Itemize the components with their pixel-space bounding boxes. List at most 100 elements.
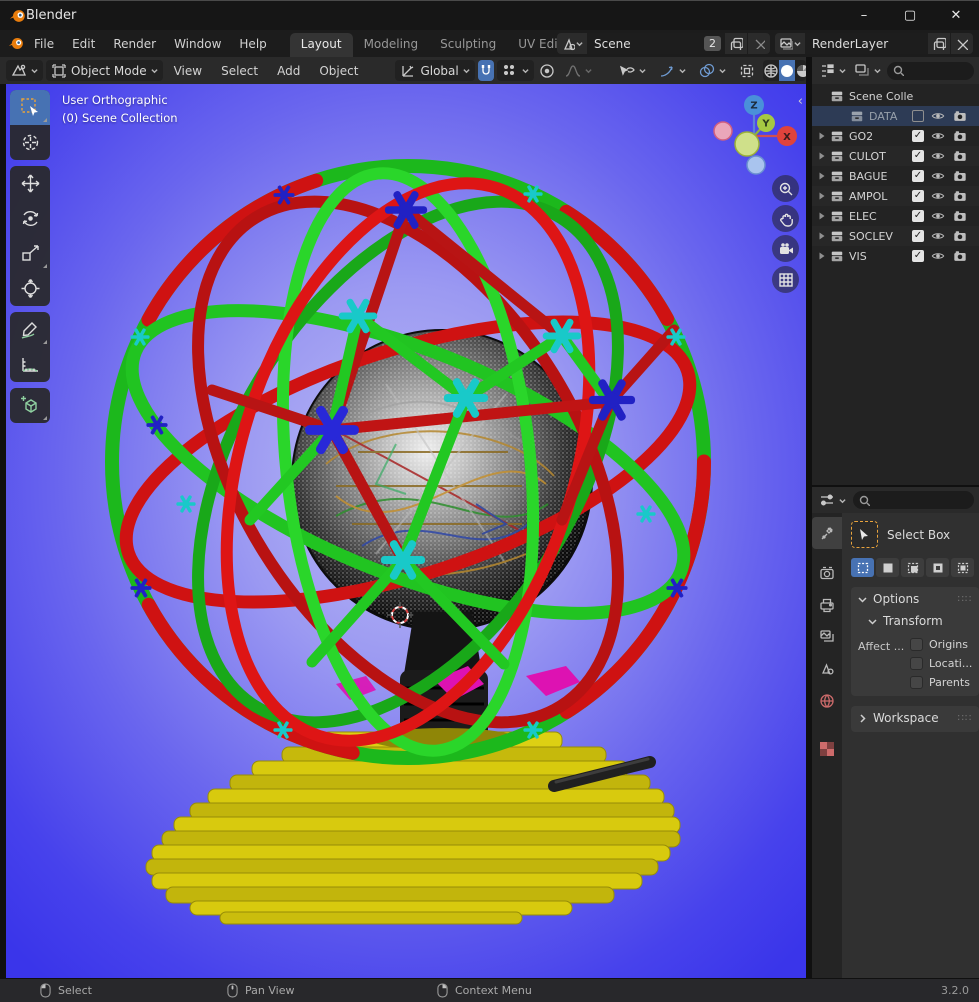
shading-solid-button[interactable] bbox=[779, 60, 795, 81]
exclude-checkbox[interactable]: ✓ bbox=[912, 190, 924, 202]
scene-browse-button[interactable] bbox=[557, 33, 587, 54]
camera-view-button[interactable] bbox=[772, 235, 799, 262]
sidebar-collapse-arrow[interactable]: ‹ bbox=[798, 94, 803, 109]
camera-visibility-icon[interactable] bbox=[953, 169, 967, 183]
options-panel-header[interactable]: Options ∷∷ bbox=[858, 592, 972, 606]
editor-type-button[interactable] bbox=[6, 60, 43, 81]
scene-name[interactable]: Scene bbox=[587, 37, 704, 51]
gizmo-y-neg-axis[interactable] bbox=[735, 132, 759, 156]
exclude-checkbox[interactable]: ✓ bbox=[912, 230, 924, 242]
pan-button[interactable] bbox=[772, 205, 799, 232]
exclude-checkbox[interactable] bbox=[912, 110, 924, 122]
exclude-checkbox[interactable]: ✓ bbox=[912, 250, 924, 262]
tool-rotate[interactable] bbox=[10, 201, 50, 236]
mode-dropdown[interactable]: Object Mode bbox=[46, 60, 163, 81]
overlays-dropdown[interactable] bbox=[694, 60, 731, 81]
tab-tool[interactable] bbox=[812, 517, 842, 549]
tab-modeling[interactable]: Modeling bbox=[353, 33, 430, 57]
disclosure-triangle-icon[interactable] bbox=[818, 172, 826, 180]
gizmo-z-neg-axis[interactable] bbox=[747, 156, 765, 174]
xray-toggle[interactable] bbox=[734, 60, 760, 81]
locations-checkbox[interactable] bbox=[910, 657, 923, 670]
shading-material-button[interactable] bbox=[795, 60, 806, 81]
eye-icon[interactable] bbox=[931, 149, 945, 163]
scene-unlink-button[interactable] bbox=[748, 33, 770, 54]
outliner-row-elec[interactable]: ELEC ✓ bbox=[812, 206, 979, 226]
menu-viewport-add[interactable]: Add bbox=[269, 61, 308, 81]
outliner-search-field[interactable] bbox=[887, 62, 974, 80]
properties-search-field[interactable] bbox=[853, 491, 974, 509]
tab-world[interactable] bbox=[812, 685, 842, 717]
parents-checkbox[interactable] bbox=[910, 676, 923, 689]
tool-cursor[interactable] bbox=[10, 125, 50, 160]
outliner-row-data[interactable]: DATA bbox=[812, 106, 979, 126]
select-mode-invert-button[interactable] bbox=[926, 558, 949, 577]
tool-move[interactable] bbox=[10, 166, 50, 201]
camera-visibility-icon[interactable] bbox=[953, 189, 967, 203]
menu-edit[interactable]: Edit bbox=[63, 33, 104, 55]
tool-select-box[interactable] bbox=[10, 90, 50, 125]
outliner-row-vis[interactable]: VIS ✓ bbox=[812, 246, 979, 266]
tab-output[interactable] bbox=[812, 589, 842, 621]
tab-sculpting[interactable]: Sculpting bbox=[429, 33, 507, 57]
menu-viewport-object[interactable]: Object bbox=[311, 61, 366, 81]
menu-viewport-select[interactable]: Select bbox=[213, 61, 266, 81]
outliner-row-root[interactable]: Scene Colle bbox=[812, 86, 979, 106]
select-mode-subtract-button[interactable] bbox=[901, 558, 924, 577]
menu-window[interactable]: Window bbox=[165, 33, 230, 55]
camera-visibility-icon[interactable] bbox=[953, 209, 967, 223]
outliner-row-go2[interactable]: GO2 ✓ bbox=[812, 126, 979, 146]
view-layer-browse-button[interactable] bbox=[775, 33, 805, 54]
select-mode-extend-button[interactable] bbox=[876, 558, 899, 577]
tab-scene[interactable] bbox=[812, 653, 842, 685]
disclosure-triangle-icon[interactable] bbox=[818, 212, 826, 220]
exclude-checkbox[interactable]: ✓ bbox=[912, 170, 924, 182]
transform-panel-header[interactable]: Transform bbox=[868, 614, 972, 628]
viewport-3d[interactable]: Z Y X User Orthographic (0) Scene Collec… bbox=[6, 84, 806, 978]
visibility-dropdown[interactable] bbox=[614, 60, 651, 81]
workspace-panel-header[interactable]: Workspace ∷∷ bbox=[858, 711, 972, 725]
eye-icon[interactable] bbox=[931, 249, 945, 263]
affect-locations-option[interactable]: Locati... bbox=[910, 657, 972, 670]
outliner-filter-dropdown[interactable] bbox=[852, 60, 883, 81]
proportional-falloff-dropdown[interactable] bbox=[560, 60, 597, 81]
outliner-row-culot[interactable]: CULOT ✓ bbox=[812, 146, 979, 166]
camera-visibility-icon[interactable] bbox=[953, 129, 967, 143]
active-tool-row[interactable]: Select Box bbox=[851, 521, 979, 548]
outliner-display-mode-dropdown[interactable] bbox=[817, 60, 848, 81]
properties-editor-type-button[interactable] bbox=[817, 490, 848, 511]
camera-visibility-icon[interactable] bbox=[953, 109, 967, 123]
view-layer-remove-button[interactable] bbox=[951, 33, 973, 54]
tool-scale[interactable] bbox=[10, 236, 50, 271]
view-layer-new-button[interactable] bbox=[928, 33, 950, 54]
outliner-row-socle[interactable]: SOCLEV ✓ bbox=[812, 226, 979, 246]
camera-visibility-icon[interactable] bbox=[953, 249, 967, 263]
snap-settings-dropdown[interactable] bbox=[497, 60, 534, 81]
snap-toggle[interactable] bbox=[478, 60, 494, 81]
maximize-button[interactable]: ▢ bbox=[887, 1, 933, 30]
origins-checkbox[interactable] bbox=[910, 638, 923, 651]
disclosure-triangle-icon[interactable] bbox=[818, 232, 826, 240]
affect-parents-option[interactable]: Parents bbox=[910, 676, 972, 689]
outliner-row-ampoule[interactable]: AMPOL ✓ bbox=[812, 186, 979, 206]
tool-add-cube[interactable] bbox=[10, 388, 50, 423]
menu-render[interactable]: Render bbox=[104, 33, 165, 55]
perspective-toggle-button[interactable] bbox=[772, 266, 799, 293]
tool-measure[interactable] bbox=[10, 347, 50, 382]
gizmo-x-neg-axis[interactable] bbox=[714, 122, 732, 140]
proportional-edit-toggle[interactable] bbox=[537, 60, 557, 81]
scene-new-button[interactable] bbox=[725, 33, 747, 54]
eye-icon[interactable] bbox=[931, 229, 945, 243]
panel-grip[interactable]: ∷∷ bbox=[958, 713, 973, 724]
tab-render[interactable] bbox=[812, 557, 842, 589]
eye-icon[interactable] bbox=[931, 189, 945, 203]
panel-grip[interactable]: ∷∷ bbox=[958, 594, 973, 605]
affect-origins-option[interactable]: Origins bbox=[910, 638, 972, 651]
menu-viewport-view[interactable]: View bbox=[166, 61, 210, 81]
zoom-button[interactable] bbox=[772, 175, 799, 202]
disclosure-triangle-icon[interactable] bbox=[818, 132, 826, 140]
eye-icon[interactable] bbox=[931, 169, 945, 183]
tab-view-layer[interactable] bbox=[812, 621, 842, 653]
exclude-checkbox[interactable]: ✓ bbox=[912, 130, 924, 142]
view-layer-name[interactable]: RenderLayer bbox=[805, 37, 927, 51]
